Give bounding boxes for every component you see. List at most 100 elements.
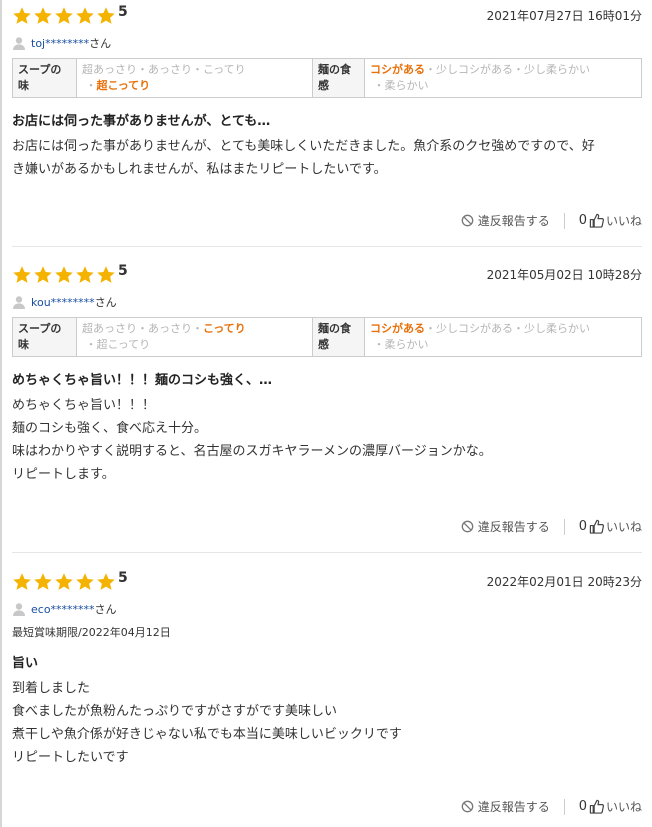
action-separator [563,518,565,535]
like-label: いいね [605,520,642,534]
like-button[interactable]: 0 いいね [579,212,642,229]
like-count: 0 [578,213,587,228]
review-body: お店には伺った事がありませんが、とても美味しくいただきました。魚介系のクセ強めで… [12,135,642,181]
review-body-line: 食べましたが魚粉んたっぷりですがさすがです美味しい [12,704,338,719]
thumbs-up-icon [589,799,604,814]
soup-option-selected: こってり [203,322,246,335]
noodle-texture-options: コシがある・少しコシがある・少し柔らかい ・柔らかい [364,317,642,357]
review-actions: 違反報告する 0 いいね [461,212,642,229]
like-button[interactable]: 0 いいね [579,518,642,535]
reviewer-honorific: さん [94,296,117,309]
noodle-option: 少し柔らかい [524,322,590,335]
review-title: お店には伺った事がありませんが、とても… [12,114,271,129]
reviewer-name[interactable]: kou******** [31,296,95,309]
report-label: 違反報告する [477,214,550,228]
review-item: 5 2022年02月01日 20時23分 eco******** さん 最短賞味期… [12,570,642,769]
noodle-option-selected: コシがある [370,322,425,335]
soup-option: 超あっさり [82,322,137,335]
review-item: 5 2021年05月02日 10時28分 kou******** さん スープの味… [12,263,642,486]
user-avatar-icon [13,37,25,50]
review-body-line: 煮干しや魚介係が好きじゃない私でも本当に美味しいビックリです [12,727,402,742]
action-separator [563,798,565,815]
soup-option: 超こってり [96,338,151,351]
soup-option: 超あっさり [82,63,137,76]
star-icon [55,7,73,24]
prohibit-icon [461,800,474,813]
action-separator [563,212,565,229]
soup-taste-label: スープの味 [12,58,77,98]
star-icon [13,7,31,24]
left-edge-rule [0,0,2,827]
star-icon [34,573,52,590]
review-item: 5 2021年07月27日 16時01分 toj******** さん スープの味… [12,4,642,181]
like-label: いいね [605,214,642,228]
review-body-line: めちゃくちゃ旨い！！！ [12,398,156,413]
reviewer-row: toj******** さん [12,34,642,52]
like-button[interactable]: 0 いいね [579,798,642,815]
star-rating [12,6,117,26]
user-avatar-icon [13,603,25,616]
star-icon [76,7,94,24]
reviewer-name[interactable]: eco******** [31,603,95,616]
star-icon [97,7,115,24]
noodle-option-selected: コシがある [370,63,425,76]
soup-option-selected: 超こってり [96,79,151,92]
noodle-texture-options: コシがある・少しコシがある・少し柔らかい ・柔らかい [364,58,642,98]
review-title: めちゃくちゃ旨い！！！麺のコシも強く、… [12,373,273,388]
star-icon [97,573,115,590]
reviewer-name[interactable]: toj******** [31,37,89,50]
reviewer-honorific: さん [94,603,117,616]
star-icon [34,266,52,283]
report-label: 違反報告する [477,520,550,534]
noodle-texture-label: 麺の食感 [312,58,365,98]
noodle-texture-label: 麺の食感 [312,317,365,357]
reviewer-honorific: さん [89,37,112,50]
rating-row: 5 2021年07月27日 16時01分 [12,4,642,28]
star-rating [12,572,117,592]
soup-taste-label: スープの味 [12,317,77,357]
reviewer-row: eco******** さん [12,600,642,618]
report-button[interactable]: 違反報告する [461,212,550,229]
review-body-line: 味はわかりやすく説明すると、名古屋のスガキヤラーメンの濃厚バージョンかな。 [12,444,492,459]
like-label: いいね [605,800,642,814]
star-icon [55,266,73,283]
noodle-option: 少しコシがある [436,322,513,335]
noodle-option: 柔らかい [384,338,429,351]
review-date: 2021年07月27日 16時01分 [486,9,642,23]
review-body: めちゃくちゃ旨い！！！ 麺のコシも強く、食べ応え十分。 味はわかりやすく説明する… [12,394,642,486]
review-divider [12,552,642,553]
soup-taste-options: 超あっさり・あっさり・こってり ・超こってり [76,58,313,98]
rating-score: 5 [118,4,128,20]
review-date: 2022年02月01日 20時23分 [486,575,642,589]
review-actions: 違反報告する 0 いいね [461,798,642,815]
soup-option: こってり [203,63,246,76]
thumbs-up-icon [589,213,604,228]
reviewer-row: kou******** さん [12,293,642,311]
star-icon [55,573,73,590]
report-button[interactable]: 違反報告する [461,518,550,535]
thumbs-up-icon [589,519,604,534]
review-date: 2021年05月02日 10時28分 [486,268,642,282]
star-icon [34,7,52,24]
review-actions: 違反報告する 0 いいね [461,518,642,535]
star-icon [76,573,94,590]
review-body-line: き嫌いがあるかもしれませんが、私はまたリピートしたいです。 [12,162,387,177]
user-avatar-icon [13,296,25,309]
review-body-line: 到着しました [12,681,91,696]
soup-taste-options: 超あっさり・あっさり・こってり ・超こってり [76,317,313,357]
rating-score: 5 [118,570,128,586]
star-icon [97,266,115,283]
shortest-expiry-date: 最短賞味期限/2022年04月12日 [12,626,171,639]
noodle-option: 柔らかい [384,79,429,92]
taste-attributes-table: スープの味 超あっさり・あっさり・こってり ・超こってり 麺の食感 コシがある・… [12,58,642,98]
review-body-line: リピートしたいです [12,750,129,765]
prohibit-icon [461,520,474,533]
review-title: 旨い [12,656,39,671]
soup-option: あっさり [148,63,192,76]
report-button[interactable]: 違反報告する [461,798,550,815]
like-count: 0 [578,519,587,534]
review-body-line: リピートします。 [12,467,115,482]
prohibit-icon [461,214,474,227]
review-divider [12,246,642,247]
star-icon [13,266,31,283]
